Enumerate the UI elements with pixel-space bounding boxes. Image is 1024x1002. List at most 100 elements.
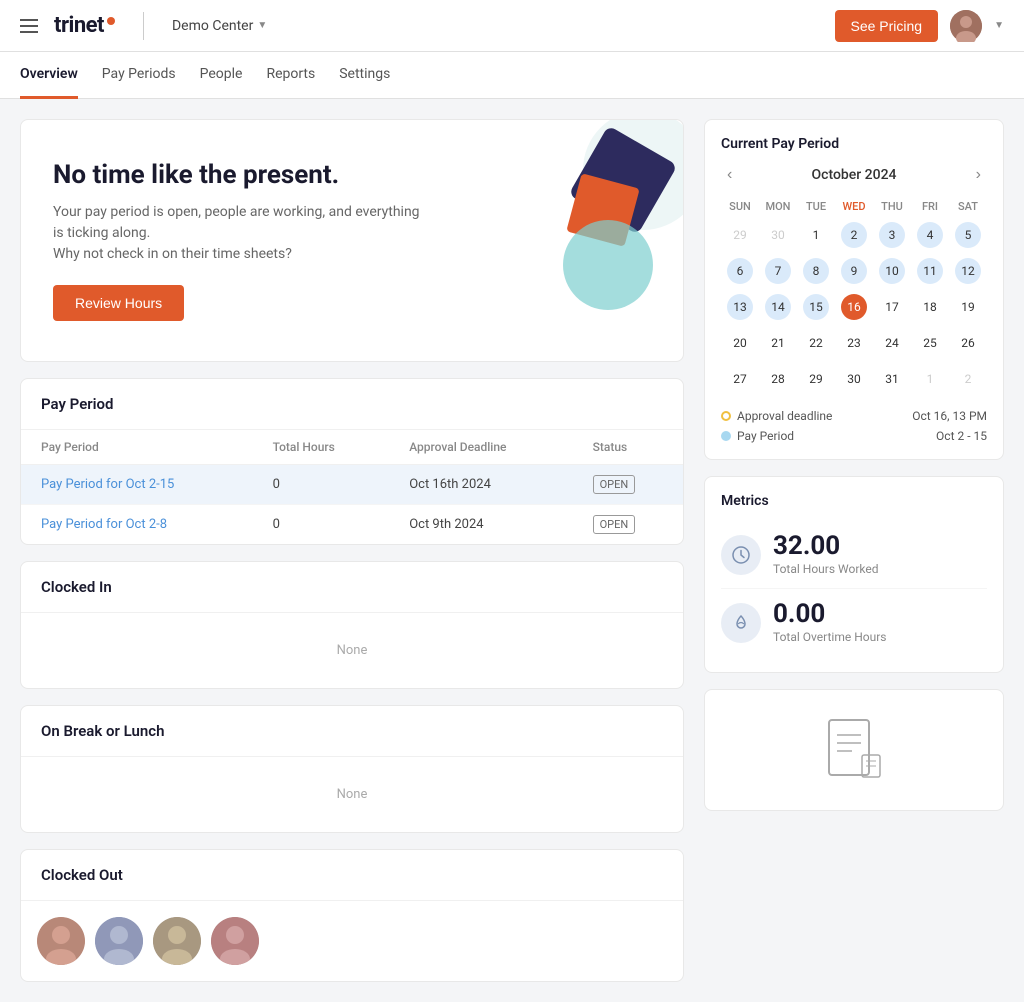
see-pricing-button[interactable]: See Pricing [835,10,939,42]
calendar-day[interactable]: 11 [911,253,949,289]
on-break-header: On Break or Lunch [21,706,683,757]
clocked-out-card: Clocked Out [20,849,684,982]
table-row: Pay Period for Oct 2-8 0 Oct 9th 2024 OP… [21,505,683,545]
calendar-day[interactable]: 17 [873,289,911,325]
calendar-day[interactable]: 25 [911,325,949,361]
calendar-day[interactable]: 24 [873,325,911,361]
user-menu-chevron[interactable]: ▼ [994,20,1004,31]
calendar-day[interactable]: 3 [873,217,911,253]
calendar-day[interactable]: 27 [721,361,759,397]
report-icon [814,710,894,790]
total-hours-value: 32.00 [773,533,879,559]
clocked-in-empty: None [21,613,683,688]
calendar-day[interactable]: 1 [797,217,835,253]
avatar-1 [37,917,85,965]
avatar-4 [211,917,259,965]
calendar-day[interactable]: 9 [835,253,873,289]
cal-header-wed: WED [835,196,873,217]
col-header-pay-period: Pay Period [21,430,253,465]
calendar-prev-button[interactable]: ‹ [721,164,738,186]
pay-period-name[interactable]: Pay Period for Oct 2-8 [21,505,253,545]
hamburger-menu[interactable] [20,19,38,33]
overtime-hours-value: 0.00 [773,601,886,627]
calendar-section-title: Current Pay Period [721,136,987,152]
calendar-day[interactable]: 31 [873,361,911,397]
calendar-day[interactable]: 2 [835,217,873,253]
pay-period-hours: 0 [253,505,390,545]
calendar-navigation: ‹ October 2024 › [721,164,987,186]
approval-date: Oct 16, 13 PM [912,409,987,423]
calendar-legend: Approval deadline Oct 16, 13 PM Pay Peri… [721,409,987,443]
hero-decoration [503,120,683,361]
calendar-day[interactable]: 1 [911,361,949,397]
calendar-day[interactable]: 15 [797,289,835,325]
legend-pay-period-left: Pay Period [721,429,794,443]
calendar-day[interactable]: 20 [721,325,759,361]
calendar-day[interactable]: 5 [949,217,987,253]
calendar-day[interactable]: 19 [949,289,987,325]
pay-period-status: OPEN [573,505,683,545]
pay-period-date: Oct 2 - 15 [936,429,987,443]
pay-period-deadline: Oct 16th 2024 [389,465,572,505]
calendar-day[interactable]: 29 [721,217,759,253]
pay-period-name[interactable]: Pay Period for Oct 2-15 [21,465,253,505]
tab-pay-periods[interactable]: Pay Periods [102,52,176,99]
calendar-day[interactable]: 10 [873,253,911,289]
cal-header-tue: TUE [797,196,835,217]
calendar-next-button[interactable]: › [970,164,987,186]
pay-period-dot-icon [721,431,731,441]
calendar-day[interactable]: 6 [721,253,759,289]
tab-people[interactable]: People [200,52,243,99]
legend-approval: Approval deadline Oct 16, 13 PM [721,409,987,423]
pay-period-status: OPEN [573,465,683,505]
clocked-out-header: Clocked Out [21,850,683,901]
avatar[interactable] [950,10,982,42]
cal-header-sun: SUN [721,196,759,217]
metrics-card: Metrics 32.00 Total Hours Worked [704,476,1004,673]
calendar-day[interactable]: 23 [835,325,873,361]
calendar-card: Current Pay Period ‹ October 2024 › SUN … [704,119,1004,460]
calendar-day[interactable]: 12 [949,253,987,289]
legend-pay-period: Pay Period Oct 2 - 15 [721,429,987,443]
avatar-2 [95,917,143,965]
calendar-day[interactable]: 26 [949,325,987,361]
logo-divider [143,12,144,40]
tab-reports[interactable]: Reports [266,52,315,99]
pay-period-card: Pay Period Pay Period Total Hours Approv… [20,378,684,545]
legend-approval-left: Approval deadline [721,409,832,423]
calendar-day[interactable]: 7 [759,253,797,289]
calendar-day[interactable]: 14 [759,289,797,325]
deco-circle-light [563,220,653,310]
tab-settings[interactable]: Settings [339,52,390,99]
demo-center-selector[interactable]: Demo Center ▼ [172,18,267,34]
calendar-day[interactable]: 28 [759,361,797,397]
calendar-day[interactable]: 21 [759,325,797,361]
calendar-day[interactable]: 16 [835,289,873,325]
calendar-day[interactable]: 2 [949,361,987,397]
overtime-hours-metric: 0.00 Total Overtime Hours [721,589,987,656]
logo: trinet [54,13,115,38]
calendar-month-label: October 2024 [811,167,896,183]
col-header-approval-deadline: Approval Deadline [389,430,572,465]
review-hours-button[interactable]: Review Hours [53,285,184,321]
approval-label: Approval deadline [737,409,832,423]
calendar-day[interactable]: 18 [911,289,949,325]
pay-period-hours: 0 [253,465,390,505]
sub-navigation: Overview Pay Periods People Reports Sett… [0,52,1024,99]
calendar-day[interactable]: 30 [759,217,797,253]
overtime-hours-info: 0.00 Total Overtime Hours [773,601,886,644]
calendar-day[interactable]: 22 [797,325,835,361]
total-hours-metric: 32.00 Total Hours Worked [721,521,987,589]
calendar-day[interactable]: 29 [797,361,835,397]
calendar-day[interactable]: 4 [911,217,949,253]
metrics-title: Metrics [721,493,987,509]
col-header-total-hours: Total Hours [253,430,390,465]
pay-period-header: Pay Period [21,379,683,430]
tab-overview[interactable]: Overview [20,52,78,99]
calendar-day[interactable]: 13 [721,289,759,325]
calendar-day[interactable]: 30 [835,361,873,397]
calendar-day[interactable]: 8 [797,253,835,289]
total-hours-label: Total Hours Worked [773,562,879,576]
logo-text: trinet [54,13,104,38]
left-column: No time like the present. Your pay perio… [20,119,684,982]
